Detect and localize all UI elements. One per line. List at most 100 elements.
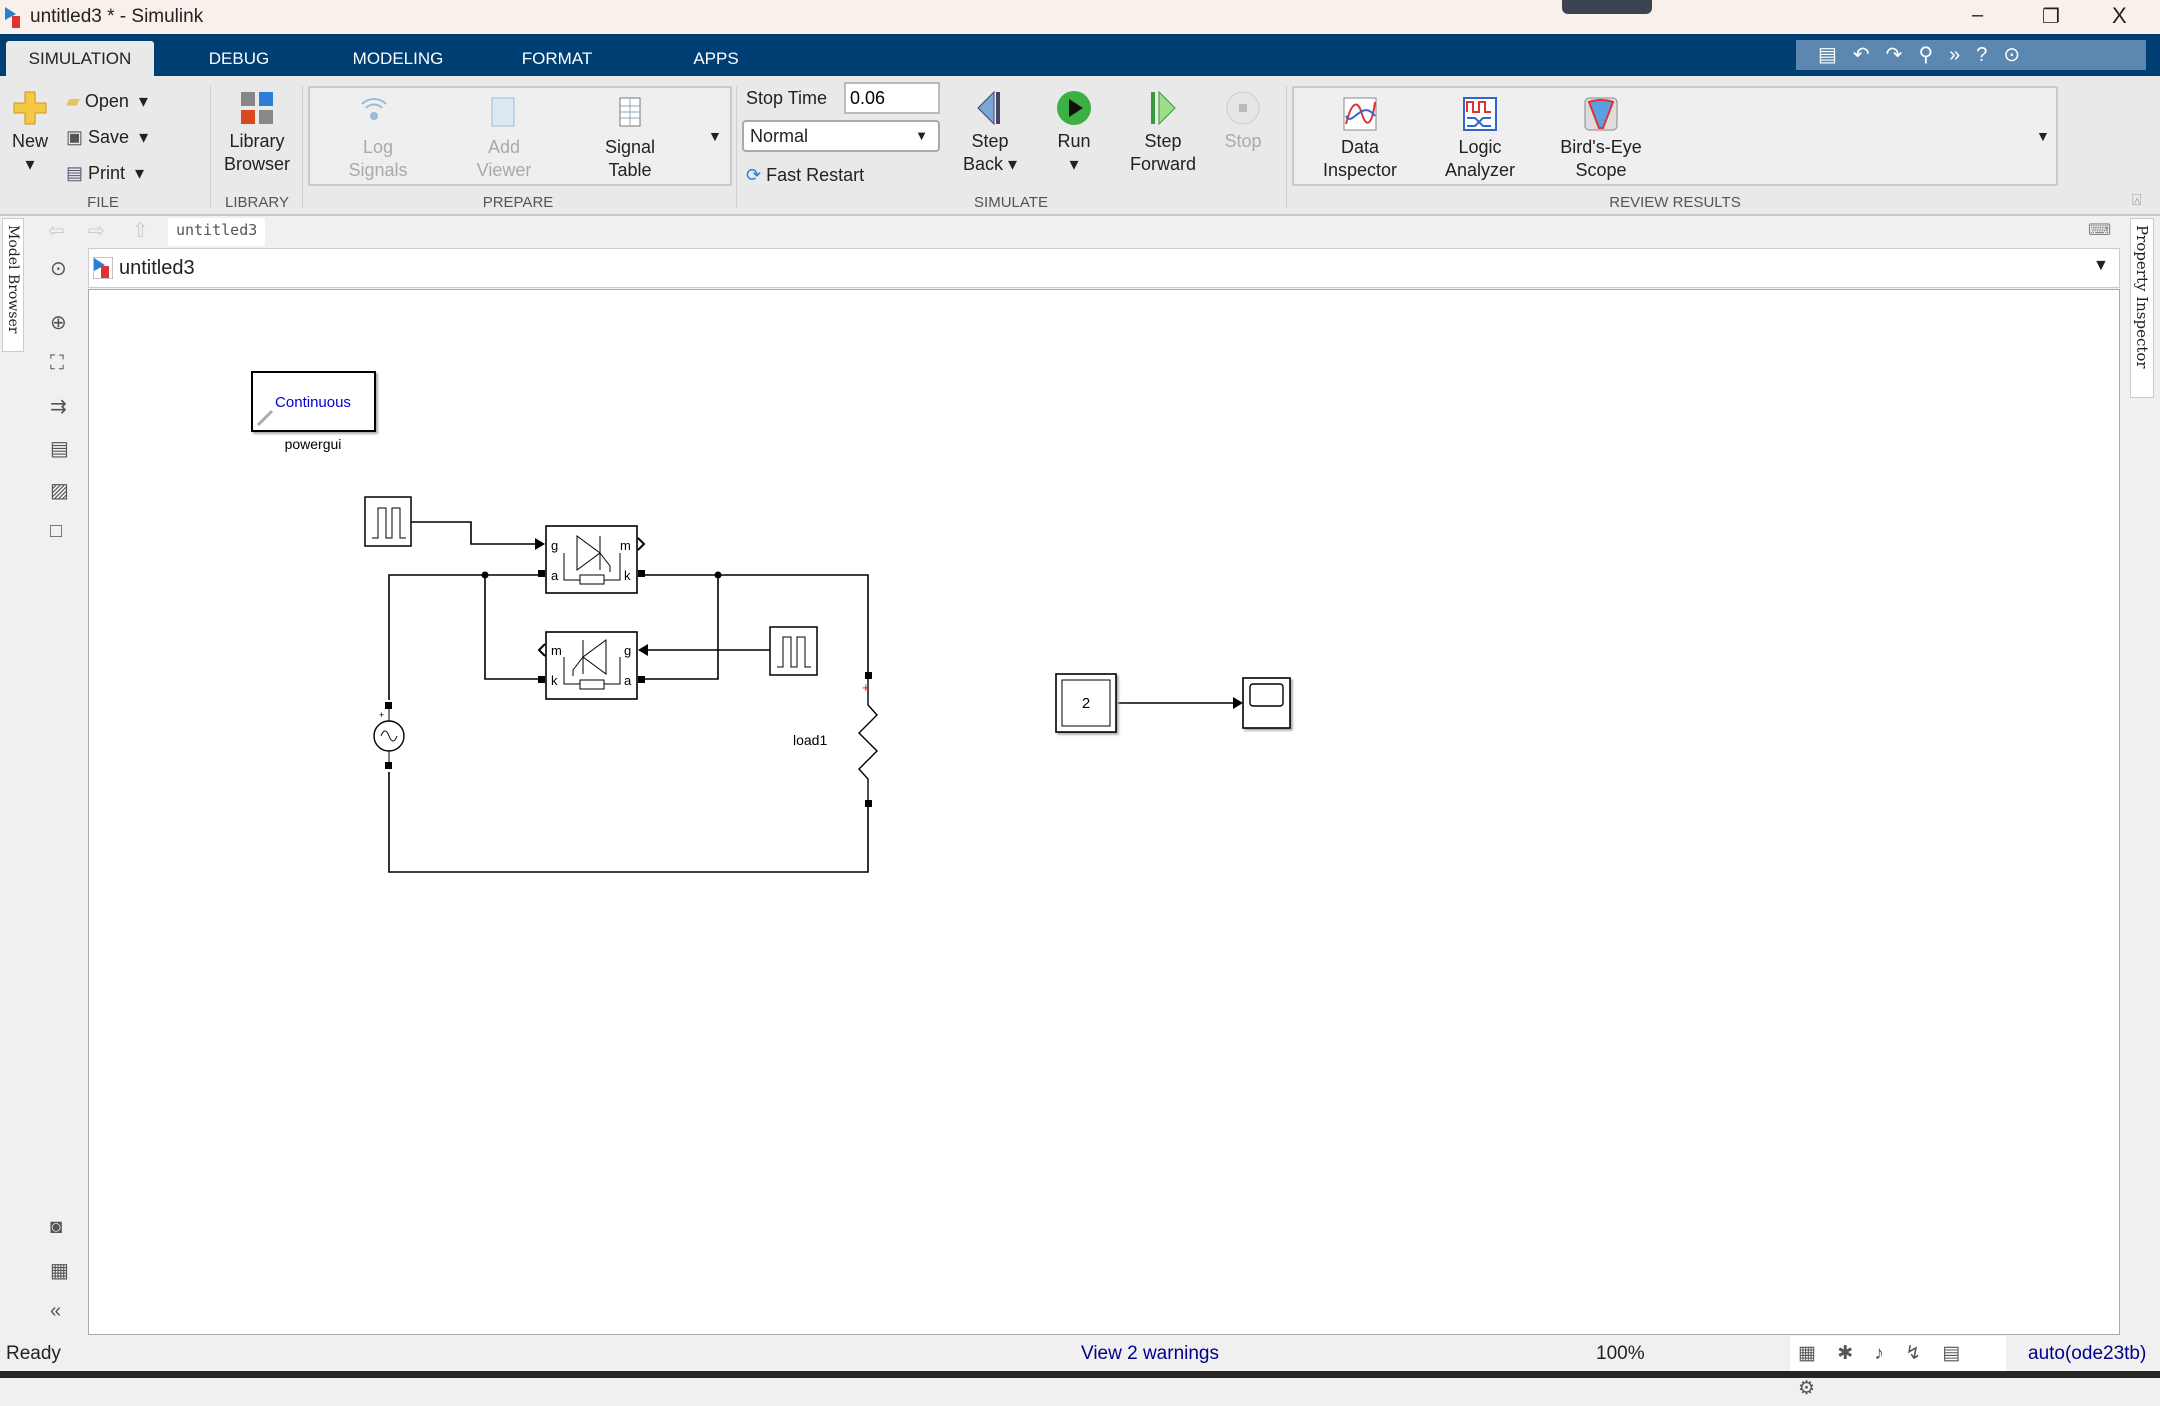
- library-label: Library: [229, 131, 285, 151]
- chevron-down-icon: ▾: [25, 154, 35, 174]
- fit-to-view-icon[interactable]: ⛶: [50, 352, 64, 375]
- camera-icon[interactable]: ◙: [50, 1216, 62, 1239]
- save-button[interactable]: ▣ Save ▾: [66, 122, 148, 152]
- logic-analyzer-icon: [1463, 97, 1497, 131]
- review-expand-icon[interactable]: ▼: [2036, 128, 2050, 144]
- data-label: Data: [1340, 137, 1380, 157]
- section-review-results: REVIEW RESULTS: [1609, 194, 1741, 211]
- step-forward-icon: [1151, 90, 1176, 126]
- model-tab[interactable]: untitled3: [168, 218, 266, 246]
- collapse-ribbon-icon[interactable]: ⊙: [2003, 44, 2036, 66]
- log-signals-button[interactable]: Log Signals: [330, 96, 426, 182]
- step-forward-button[interactable]: Step Forward: [1120, 90, 1206, 176]
- print-button[interactable]: ▤ Print ▾: [66, 158, 144, 188]
- run-label: Run: [1057, 131, 1091, 151]
- open-button[interactable]: ▰ Open ▾: [66, 86, 148, 116]
- model-path[interactable]: untitled3: [119, 257, 195, 280]
- signal-flow-icon[interactable]: ⇉: [50, 394, 67, 419]
- birds-eye-label: Bird's-Eye: [1560, 137, 1642, 157]
- quick-access-toolbar: ▤↶↷⚲»?⊙: [1796, 40, 2146, 70]
- stop-label: Stop: [1224, 131, 1262, 151]
- printer-icon: ▤: [66, 163, 84, 183]
- redo-icon[interactable]: ↷: [1886, 44, 1919, 66]
- minimize-button[interactable]: –: [1972, 4, 1983, 27]
- taskbar-edge: [0, 1371, 2160, 1378]
- stop-time-label: Stop Time: [746, 88, 828, 108]
- image-icon[interactable]: ▨: [50, 478, 69, 503]
- keyboard-icon[interactable]: ⌨: [2088, 220, 2111, 240]
- library-browser-button[interactable]: Library Browser: [216, 90, 298, 176]
- fast-restart-button[interactable]: ⟳ Fast Restart: [746, 160, 864, 190]
- tab-bar: SIMULATION DEBUG MODELING FORMAT APPS ▤↶…: [0, 34, 2160, 76]
- log-label: Log: [362, 137, 394, 157]
- birds-eye-scope-button[interactable]: Bird's-Eye Scope: [1548, 96, 1654, 182]
- property-inspector-tab[interactable]: Property Inspector: [2130, 218, 2154, 398]
- search-icon[interactable]: ⚲: [1918, 44, 1949, 66]
- library-icon: [241, 92, 273, 124]
- solver-link[interactable]: auto(ode23tb): [2028, 1336, 2146, 1371]
- logic-label: Logic: [1458, 137, 1502, 157]
- tab-format[interactable]: FORMAT: [510, 41, 604, 76]
- close-button[interactable]: X: [2112, 3, 2127, 29]
- table-label: Table: [608, 160, 652, 180]
- back-label: Back: [962, 154, 1003, 174]
- section-prepare: PREPARE: [482, 194, 554, 211]
- address-dropdown-icon[interactable]: ▼: [2093, 257, 2109, 275]
- warnings-link[interactable]: View 2 warnings: [1081, 1336, 1219, 1371]
- step-back-button[interactable]: Step Back ▾: [950, 90, 1030, 176]
- help-icon[interactable]: ?: [1976, 44, 2003, 66]
- forward-arrow-icon[interactable]: ⇨: [88, 218, 105, 243]
- prepare-expand-icon[interactable]: ▼: [708, 128, 722, 144]
- status-bar: Ready View 2 warnings 100% ▦ ✱ ♪ ↯ ▤ ⚙ a…: [0, 1336, 2160, 1399]
- birds-eye-scope-icon: [1584, 97, 1618, 131]
- pin-ribbon-icon[interactable]: ⍓: [2132, 192, 2142, 210]
- section-simulate: SIMULATE: [974, 194, 1048, 211]
- annotation-icon[interactable]: ▤: [50, 436, 69, 461]
- data-inspector-button[interactable]: Data Inspector: [1310, 96, 1410, 182]
- area-icon[interactable]: □: [50, 520, 62, 543]
- ime-toolbar[interactable]: ▦ ✱ ♪ ↯ ▤ ⚙: [1790, 1336, 2006, 1399]
- simulink-logo-icon: [4, 6, 20, 28]
- tab-apps[interactable]: APPS: [680, 41, 752, 76]
- stop-time-input[interactable]: [844, 82, 940, 114]
- up-arrow-icon[interactable]: ⇧: [132, 218, 149, 243]
- run-button[interactable]: Run ▾: [1036, 90, 1112, 176]
- logic-analyzer-button[interactable]: Logic Analyzer: [1430, 96, 1530, 182]
- properties-icon[interactable]: ▦: [50, 1258, 69, 1283]
- collapse-icon[interactable]: «: [50, 1300, 61, 1323]
- stop-icon: [1226, 91, 1260, 125]
- data-inspector-icon: [1343, 97, 1377, 131]
- undo-icon[interactable]: ↶: [1853, 44, 1886, 66]
- folder-icon: ▰: [66, 91, 80, 111]
- explorer-bar: ⇦ ⇨ ⇧ untitled3 ⌨: [38, 216, 2120, 246]
- simulation-mode-select[interactable]: Normal ▼: [742, 120, 940, 152]
- new-label: New: [11, 131, 48, 151]
- zoom-icon[interactable]: ⊕: [50, 310, 67, 335]
- tab-modeling[interactable]: MODELING: [346, 41, 450, 76]
- signals-label: Signals: [348, 160, 408, 180]
- ribbon: New ▾ ▰ Open ▾ ▣ Save ▾ ▤ Print ▾ FILE Li…: [0, 76, 2160, 216]
- back-arrow-icon[interactable]: ⇦: [48, 218, 65, 243]
- signal-table-button[interactable]: Signal Table: [582, 96, 678, 182]
- toolbar-handle[interactable]: [1562, 0, 1652, 14]
- add-viewer-button[interactable]: Add Viewer: [456, 96, 552, 182]
- chevron-down-icon: ▼: [915, 128, 928, 143]
- model-canvas[interactable]: [88, 289, 2120, 1335]
- zoom-level: 100%: [1596, 1343, 1645, 1364]
- hide-explorer-icon[interactable]: ⊙: [50, 256, 67, 281]
- canvas-toolbar: ⊙ ⊕ ⛶ ⇉ ▤ ▨ □ ◙ ▦ «: [38, 246, 88, 1336]
- model-browser-tab[interactable]: Model Browser: [2, 218, 24, 352]
- save-icon[interactable]: ▤: [1818, 44, 1853, 66]
- mode-value: Normal: [750, 126, 809, 146]
- favorites-icon[interactable]: »: [1949, 44, 1976, 66]
- add-label: Add: [487, 137, 521, 157]
- restore-button[interactable]: ❐: [2042, 4, 2060, 29]
- section-file: FILE: [87, 194, 119, 211]
- signal-label: Signal: [604, 137, 656, 157]
- tab-simulation[interactable]: SIMULATION: [6, 41, 154, 76]
- new-button[interactable]: New ▾: [6, 90, 54, 176]
- stop-button[interactable]: Stop: [1212, 90, 1274, 153]
- viewer-label: Viewer: [476, 160, 532, 180]
- tab-debug[interactable]: DEBUG: [196, 41, 282, 76]
- section-library: LIBRARY: [225, 194, 289, 211]
